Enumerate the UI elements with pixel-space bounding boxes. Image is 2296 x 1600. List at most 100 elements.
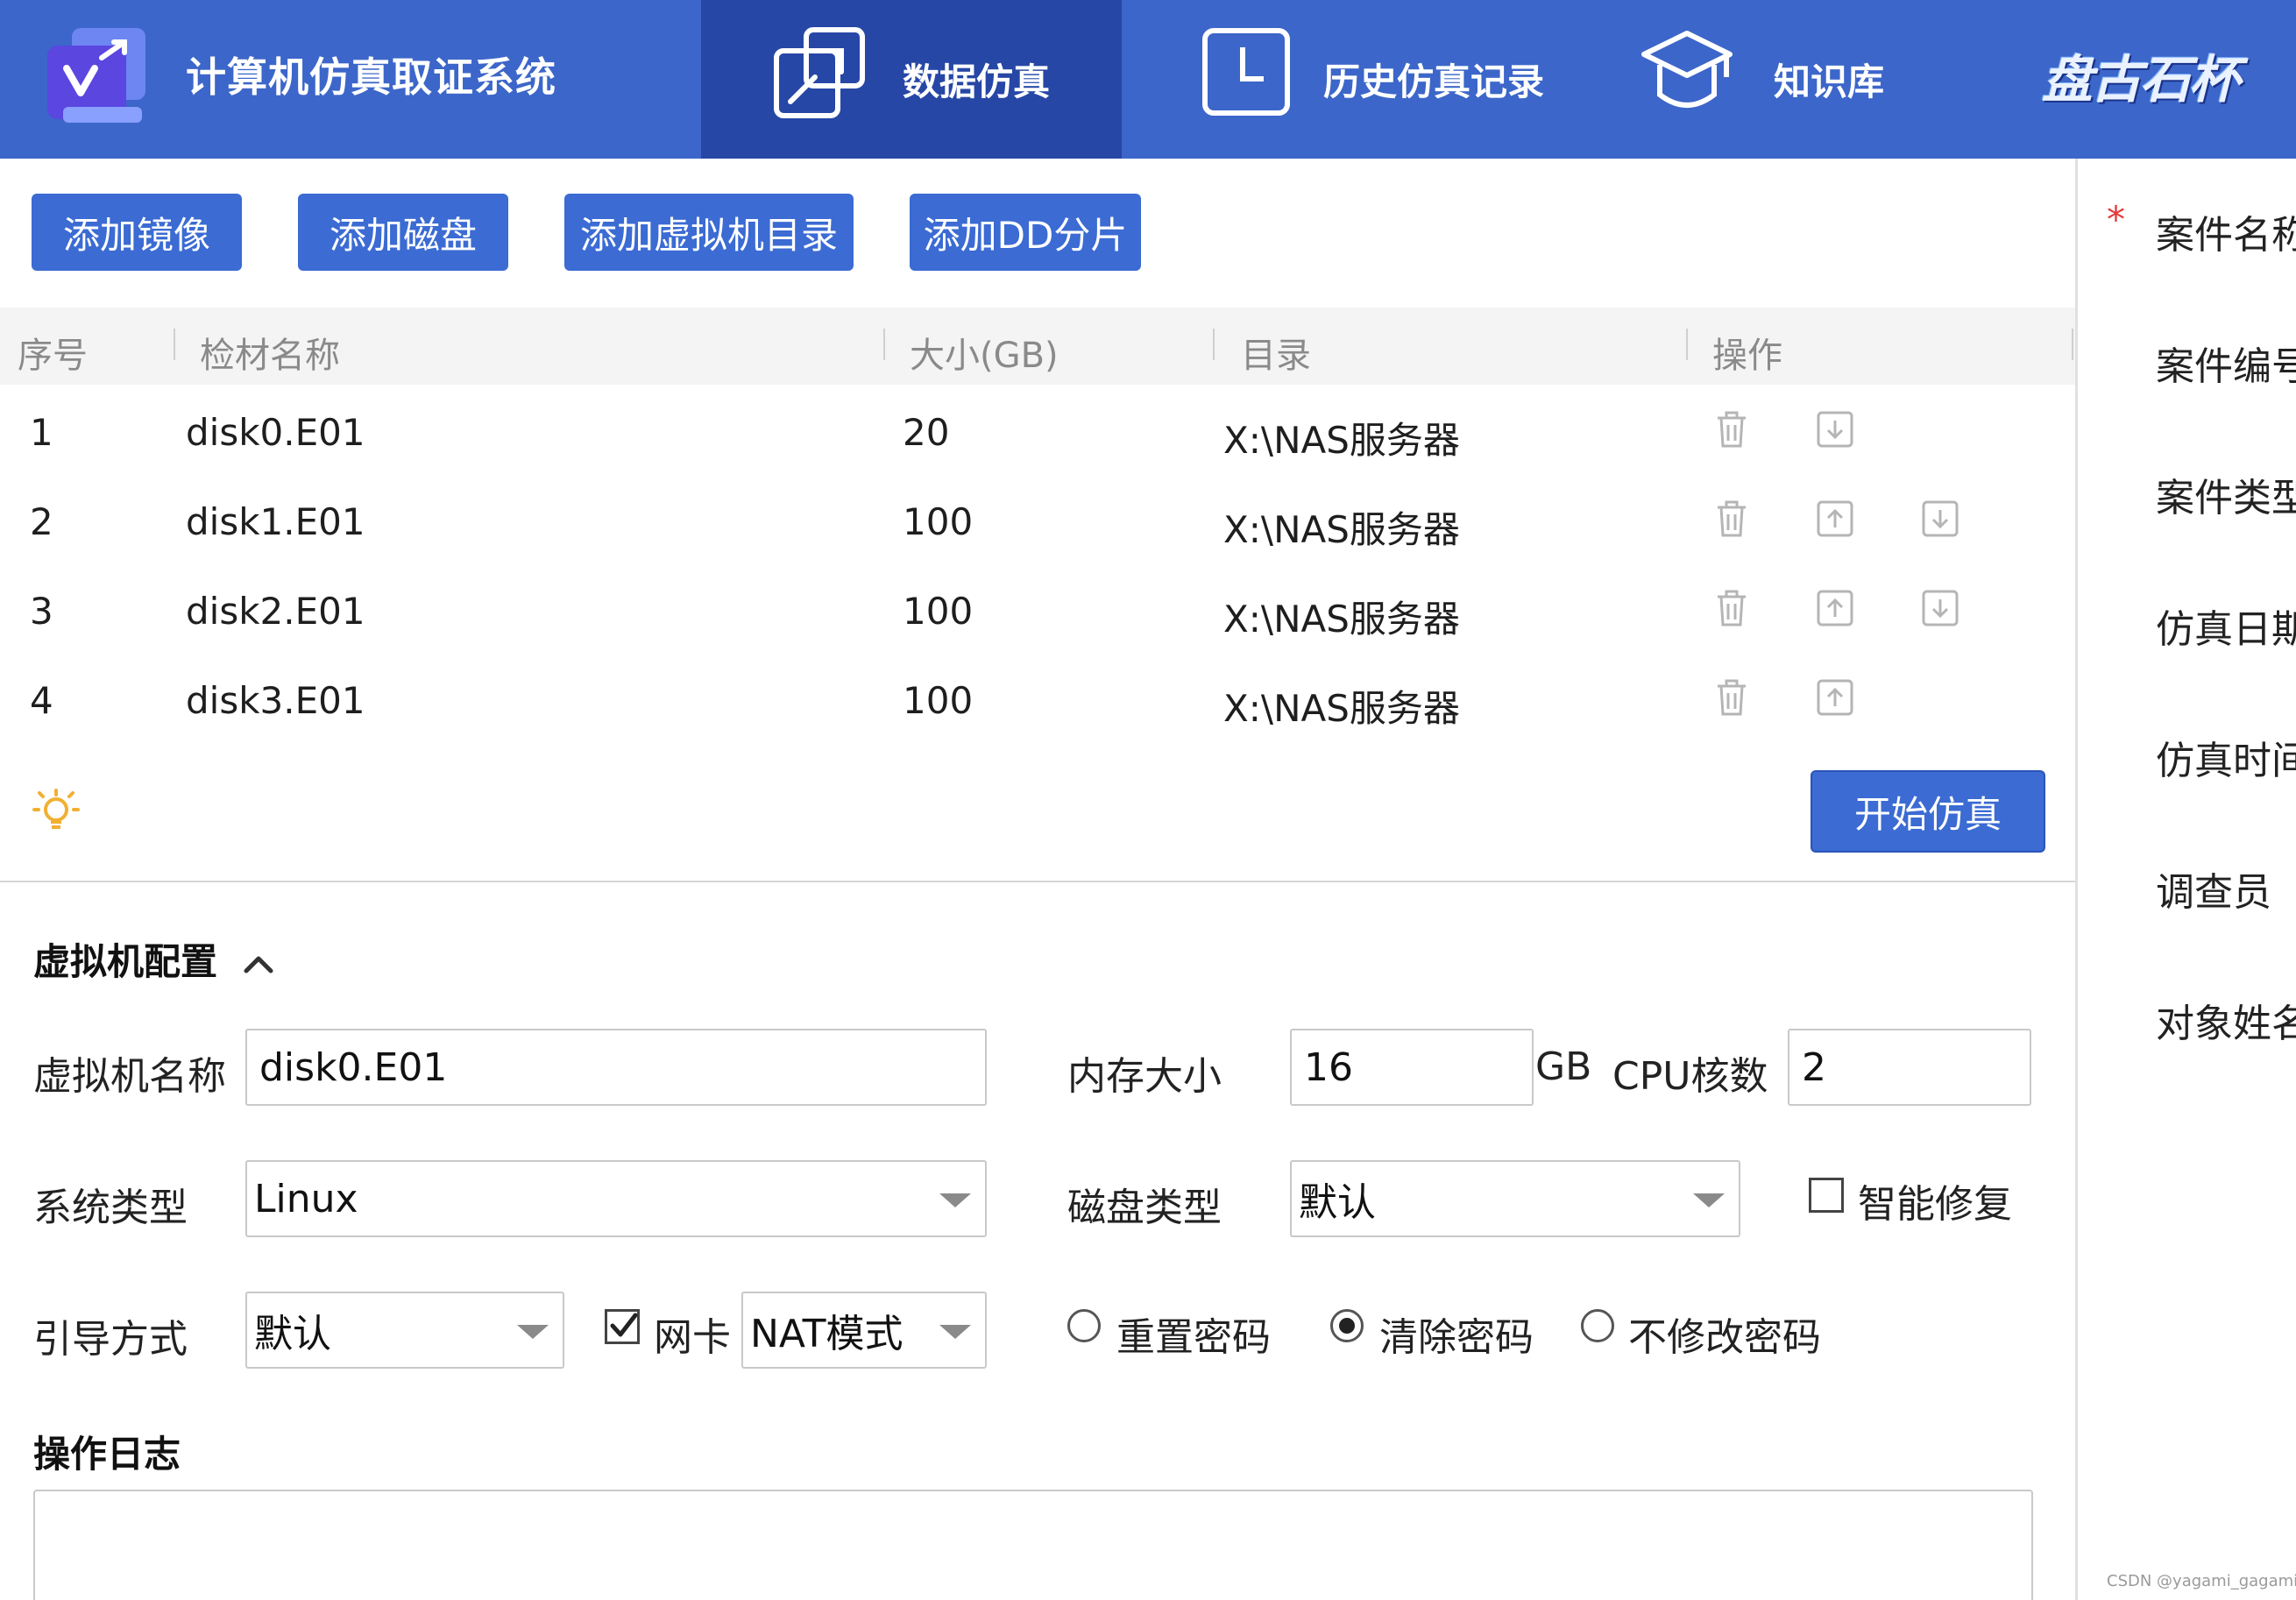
boot-mode-select[interactable]: 默认	[245, 1292, 564, 1369]
boot-mode-label: 引导方式	[33, 1317, 188, 1362]
vm-name-label: 虚拟机名称	[33, 1054, 226, 1099]
tab-label: 知识库	[1774, 60, 1885, 103]
nic-label[interactable]: 网卡	[654, 1306, 731, 1362]
table-row[interactable]: 2 disk1.E01 100 X:\NAS服务器	[0, 474, 2075, 563]
memory-size-input[interactable]: 16	[1290, 1029, 1534, 1106]
column-header-name: 检材名称	[200, 336, 340, 376]
dropdown-caret-icon	[939, 1193, 971, 1207]
os-type-value: Linux	[254, 1176, 358, 1221]
cell-index: 1	[30, 411, 53, 454]
clock-icon	[1202, 28, 1290, 116]
cell-size: 20	[903, 411, 950, 454]
vm-config-title-text: 虚拟机配置	[33, 940, 218, 983]
cell-name: disk2.E01	[186, 590, 365, 633]
trash-icon[interactable]	[1712, 499, 1751, 539]
simulation-time-label: 仿真时间	[2156, 739, 2296, 783]
tab-data-simulation[interactable]: 数据仿真	[701, 0, 1122, 159]
table-row[interactable]: 4 disk3.E01 100 X:\NAS服务器	[0, 653, 2075, 742]
reset-password-label[interactable]: 重置密码	[1116, 1306, 1271, 1362]
case-number-label: 案件编号	[2156, 344, 2296, 389]
cell-name: disk3.E01	[186, 679, 365, 722]
dropdown-caret-icon	[1693, 1193, 1725, 1207]
add-image-button[interactable]: 添加镜像	[32, 194, 242, 271]
smart-repair-checkbox[interactable]	[1809, 1178, 1844, 1213]
column-header-index: 序号	[18, 336, 88, 376]
table-row[interactable]: 1 disk0.E01 20 X:\NAS服务器	[0, 385, 2075, 474]
add-dd-split-button[interactable]: 添加DD分片	[910, 194, 1141, 271]
section-divider	[0, 881, 2075, 882]
table-row[interactable]: 3 disk2.E01 100 X:\NAS服务器	[0, 563, 2075, 653]
column-header-actions: 操作	[1712, 336, 1782, 376]
app-logo-icon	[47, 28, 145, 123]
radio-clear-password[interactable]	[1330, 1309, 1364, 1342]
tab-label: 历史仿真记录	[1323, 60, 1545, 103]
checkmark-icon	[610, 1313, 638, 1337]
cpu-cores-input[interactable]: 2	[1788, 1029, 2031, 1106]
add-disk-button[interactable]: 添加磁盘	[298, 194, 508, 271]
column-separator	[1213, 329, 1215, 360]
cell-name: disk0.E01	[186, 411, 365, 454]
dropdown-caret-icon	[939, 1325, 971, 1339]
app-title: 计算机仿真取证系统	[186, 53, 556, 101]
operation-log-title: 操作日志	[33, 1433, 181, 1476]
tab-label: 数据仿真	[903, 60, 1051, 103]
cell-size: 100	[903, 679, 974, 722]
vm-config-title[interactable]: 虚拟机配置	[33, 932, 276, 986]
arrow-up-icon[interactable]	[1816, 677, 1854, 718]
nic-mode-select[interactable]: NAT模式	[741, 1292, 987, 1369]
smart-repair-label[interactable]: 智能修复	[1858, 1172, 2012, 1228]
column-separator	[174, 329, 175, 360]
disk-type-select[interactable]: 默认	[1290, 1160, 1740, 1237]
os-type-label: 系统类型	[33, 1186, 188, 1230]
trash-icon[interactable]	[1712, 677, 1751, 718]
cell-index: 2	[30, 500, 53, 543]
boot-mode-value: 默认	[254, 1312, 331, 1356]
arrow-up-icon[interactable]	[1816, 588, 1854, 628]
disk-type-label: 磁盘类型	[1067, 1186, 1222, 1230]
memory-size-label: 内存大小	[1067, 1054, 1222, 1099]
cell-directory: X:\NAS服务器	[1223, 687, 1460, 730]
investigator-label: 调查员	[2156, 870, 2271, 915]
clear-password-label[interactable]: 清除密码	[1379, 1306, 1534, 1362]
cell-directory: X:\NAS服务器	[1223, 598, 1460, 641]
arrow-up-icon[interactable]	[1816, 499, 1854, 539]
cell-name: disk1.E01	[186, 500, 365, 543]
dropdown-caret-icon	[517, 1325, 549, 1339]
trash-icon[interactable]	[1712, 409, 1751, 450]
vm-name-input[interactable]: disk0.E01	[245, 1029, 987, 1106]
case-type-label: 案件类型	[2156, 476, 2296, 520]
radio-reset-password[interactable]	[1067, 1309, 1101, 1342]
column-header-directory: 目录	[1241, 336, 1311, 376]
tab-knowledge-base[interactable]: 知识库	[1630, 0, 1963, 159]
watermark: CSDN @yagami_gagami	[2107, 1572, 2296, 1590]
nic-checkbox[interactable]	[605, 1309, 640, 1344]
start-simulation-button[interactable]: 开始仿真	[1811, 770, 2045, 853]
disk-type-value: 默认	[1299, 1180, 1376, 1225]
cell-size: 100	[903, 500, 974, 543]
brand-logo: 盘古石杯	[2042, 50, 2240, 110]
tab-history-records[interactable]: 历史仿真记录	[1122, 0, 1612, 159]
simulation-date-label: 仿真日期	[2156, 607, 2296, 652]
chevron-up-icon[interactable]	[241, 952, 276, 978]
arrow-down-icon[interactable]	[1921, 499, 1959, 539]
column-separator	[883, 329, 885, 360]
evidence-table-header: 序号 检材名称 大小(GB) 目录 操作	[0, 308, 2075, 385]
trash-icon[interactable]	[1712, 588, 1751, 628]
arrow-down-icon[interactable]	[1816, 409, 1854, 450]
cell-index: 3	[30, 590, 53, 633]
cpu-cores-label: CPU核数	[1612, 1054, 1768, 1099]
lightbulb-icon[interactable]	[32, 787, 81, 836]
case-name-label: 案件名称	[2156, 213, 2296, 258]
column-separator	[2072, 329, 2073, 360]
arrow-down-icon[interactable]	[1921, 588, 1959, 628]
add-vm-directory-button[interactable]: 添加虚拟机目录	[564, 194, 854, 271]
keep-password-label[interactable]: 不修改密码	[1628, 1306, 1821, 1362]
radio-keep-password[interactable]	[1581, 1309, 1614, 1342]
cell-index: 4	[30, 679, 53, 722]
operation-log-textarea[interactable]	[33, 1490, 2033, 1600]
cell-directory: X:\NAS服务器	[1223, 419, 1460, 462]
subject-name-label: 对象姓名	[2156, 1002, 2296, 1046]
os-type-select[interactable]: Linux	[245, 1160, 987, 1237]
cell-directory: X:\NAS服务器	[1223, 508, 1460, 551]
panel-divider	[2075, 159, 2078, 1600]
